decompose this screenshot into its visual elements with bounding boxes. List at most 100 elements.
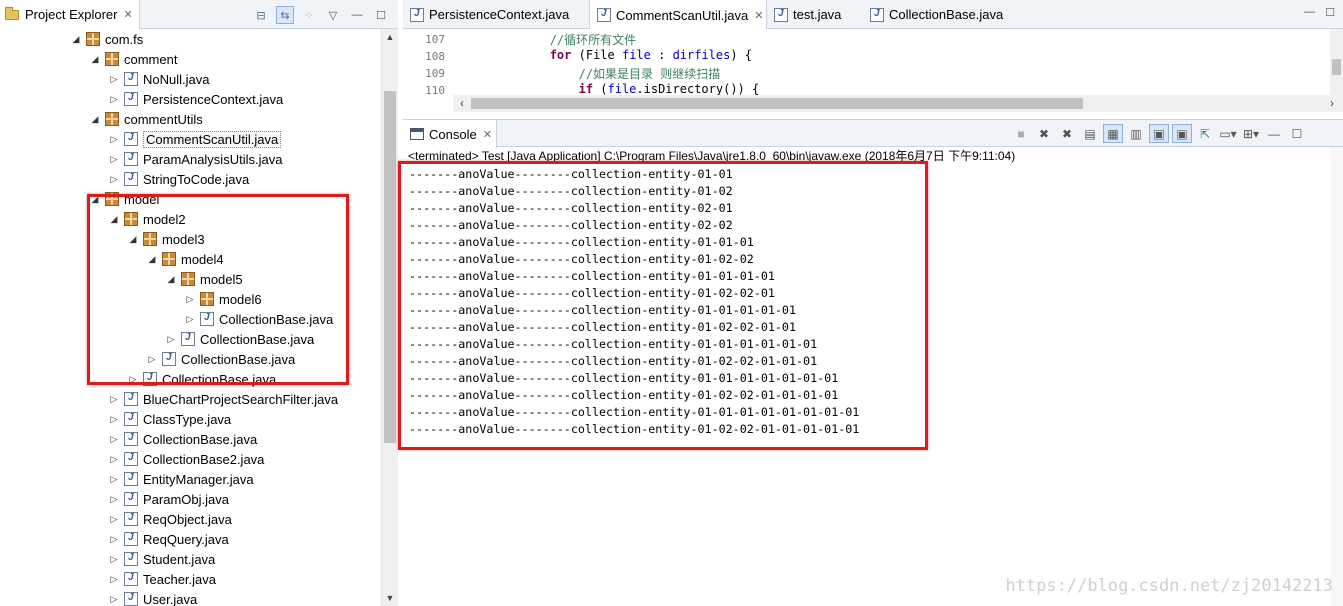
editor-tabbar: PersistenceContext.java CommentScanUtil.… bbox=[403, 0, 1343, 30]
minimize-icon[interactable]: — bbox=[1304, 6, 1315, 19]
link-with-editor-icon[interactable]: ⇆ bbox=[276, 6, 294, 24]
tree-item-label: ReqQuery.java bbox=[143, 531, 229, 547]
code-editor[interactable]: 107 108 109 110 //循环所有文件 for (File file … bbox=[403, 29, 1343, 112]
editor-horizontal-scrollbar[interactable]: ‹ › bbox=[453, 95, 1343, 112]
tree-file[interactable]: ▷ EntityManager.java bbox=[0, 469, 381, 489]
tree-item-label: StringToCode.java bbox=[143, 171, 250, 187]
expand-arrow-icon[interactable]: ▷ bbox=[108, 134, 120, 145]
tree-file[interactable]: ▷ ParamAnalysisUtils.java bbox=[0, 149, 381, 169]
tree-file[interactable]: ▷ PersistenceContext.java bbox=[0, 89, 381, 109]
tab-comment-scan-util[interactable]: CommentScanUtil.java ✕ bbox=[589, 0, 767, 30]
display-console-icon[interactable]: ▭▾ bbox=[1218, 124, 1238, 143]
java-file-icon bbox=[597, 8, 611, 22]
expand-arrow-icon[interactable]: ▷ bbox=[108, 474, 120, 485]
view-menu-icon[interactable]: ▽ bbox=[324, 6, 342, 24]
tab-label: Console bbox=[429, 126, 477, 142]
project-explorer-tabbar: Project Explorer ✕ ⊟ ⇆ ⁘ ▽ — ☐ bbox=[0, 0, 398, 29]
maximize-icon[interactable]: ☐ bbox=[372, 6, 390, 24]
expand-arrow-icon[interactable]: ▷ bbox=[108, 94, 120, 105]
tree-item-label: User.java bbox=[143, 591, 198, 606]
scroll-lock-icon[interactable]: ▦ bbox=[1103, 124, 1123, 143]
expand-arrow-icon[interactable]: ▷ bbox=[108, 594, 120, 605]
tree-file[interactable]: ▷ ClassType.java bbox=[0, 409, 381, 429]
expand-arrow-icon[interactable]: ▷ bbox=[108, 514, 120, 525]
expand-arrow-icon[interactable]: ▷ bbox=[108, 74, 120, 85]
tree-package-comment[interactable]: ◢ comment bbox=[0, 49, 381, 69]
minimize-icon[interactable]: — bbox=[348, 6, 366, 24]
expand-arrow-icon[interactable]: ▷ bbox=[108, 414, 120, 425]
terminate-icon[interactable]: ■ bbox=[1011, 124, 1031, 143]
tree-file[interactable]: ▷ Student.java bbox=[0, 549, 381, 569]
tree-file[interactable]: ▷ Teacher.java bbox=[0, 569, 381, 589]
minimize-icon[interactable]: — bbox=[1264, 124, 1284, 143]
maximize-icon[interactable]: ☐ bbox=[1325, 6, 1335, 19]
tab-project-explorer[interactable]: Project Explorer ✕ bbox=[0, 0, 140, 29]
tree-file[interactable]: ▷ CollectionBase.java bbox=[0, 429, 381, 449]
java-file-icon bbox=[124, 512, 138, 526]
expand-arrow-icon[interactable]: ▷ bbox=[108, 574, 120, 585]
tree-file[interactable]: ▷ ParamObj.java bbox=[0, 489, 381, 509]
open-console-icon[interactable]: ⊞▾ bbox=[1241, 124, 1261, 143]
scroll-right-icon[interactable]: › bbox=[1325, 95, 1339, 112]
show-on-stdout-icon[interactable]: ▣ bbox=[1149, 124, 1169, 143]
close-icon[interactable]: ✕ bbox=[123, 8, 132, 21]
tree-scrollbar[interactable]: ▲ ▼ bbox=[381, 29, 398, 606]
expand-arrow-icon[interactable]: ▷ bbox=[108, 154, 120, 165]
java-file-icon bbox=[774, 7, 788, 22]
tree-file[interactable]: ▷ ReqObject.java bbox=[0, 509, 381, 529]
expand-arrow-icon[interactable]: ▷ bbox=[108, 394, 120, 405]
collapse-arrow-icon[interactable]: ◢ bbox=[89, 54, 101, 65]
collapse-arrow-icon[interactable]: ◢ bbox=[89, 114, 101, 125]
filter-icon[interactable]: ⁘ bbox=[300, 6, 318, 24]
tree-item-label: Student.java bbox=[143, 551, 216, 567]
tree-file[interactable]: ▷ CommentScanUtil.java bbox=[0, 129, 381, 149]
show-on-stderr-icon[interactable]: ▣ bbox=[1172, 124, 1192, 143]
tree-item-label: CollectionBase2.java bbox=[143, 451, 265, 467]
code-area[interactable]: //循环所有文件 for (File file : dirfiles) { //… bbox=[463, 29, 1333, 95]
scroll-thumb[interactable] bbox=[384, 91, 396, 443]
scroll-thumb[interactable] bbox=[1332, 59, 1341, 75]
tree-file[interactable]: ▷ ReqQuery.java bbox=[0, 529, 381, 549]
tree-file[interactable]: ▷ User.java bbox=[0, 589, 381, 606]
expand-arrow-icon[interactable]: ▷ bbox=[108, 534, 120, 545]
scroll-thumb[interactable] bbox=[471, 98, 1083, 109]
tab-test[interactable]: test.java bbox=[767, 0, 863, 29]
scroll-up-icon[interactable]: ▲ bbox=[382, 29, 398, 45]
collapse-arrow-icon[interactable]: ◢ bbox=[70, 34, 82, 45]
tab-label: PersistenceContext.java bbox=[429, 7, 570, 22]
tree-file[interactable]: ▷ BlueChartProjectSearchFilter.java bbox=[0, 389, 381, 409]
scroll-left-icon[interactable]: ‹ bbox=[455, 95, 469, 112]
remove-launch-icon[interactable]: ✖ bbox=[1034, 124, 1054, 143]
expand-arrow-icon[interactable]: ▷ bbox=[108, 174, 120, 185]
close-icon[interactable]: ✕ bbox=[754, 9, 763, 22]
pin-console-icon[interactable]: ⇱ bbox=[1195, 124, 1215, 143]
remove-all-terminated-icon[interactable]: ✖ bbox=[1057, 124, 1077, 143]
tree-item-label: ParamObj.java bbox=[143, 491, 229, 507]
expand-arrow-icon[interactable]: ▷ bbox=[108, 494, 120, 505]
clear-console-icon[interactable]: ▤ bbox=[1080, 124, 1100, 143]
console-scrollbar[interactable] bbox=[1330, 147, 1343, 606]
expand-arrow-icon[interactable]: ▷ bbox=[108, 554, 120, 565]
tree-file[interactable]: ▷ CollectionBase2.java bbox=[0, 449, 381, 469]
expand-arrow-icon[interactable]: ▷ bbox=[108, 454, 120, 465]
tree-item-label: ReqObject.java bbox=[143, 511, 232, 527]
tab-persistence-context[interactable]: PersistenceContext.java bbox=[403, 0, 587, 29]
java-file-icon bbox=[124, 172, 138, 186]
tab-console[interactable]: Console ✕ bbox=[403, 120, 497, 148]
tree-file[interactable]: ▷ StringToCode.java bbox=[0, 169, 381, 189]
editor-vertical-scrollbar[interactable] bbox=[1330, 29, 1343, 95]
console-tabbar: Console ✕ ■ ✖ ✖ ▤ ▦ ▥ ▣ ▣ ⇱ ▭▾ ⊞▾ — ☐ bbox=[403, 119, 1343, 148]
tree-item-label: BlueChartProjectSearchFilter.java bbox=[143, 391, 339, 407]
expand-arrow-icon[interactable]: ▷ bbox=[108, 434, 120, 445]
scroll-down-icon[interactable]: ▼ bbox=[382, 590, 398, 606]
close-icon[interactable]: ✕ bbox=[483, 128, 492, 141]
collapse-all-icon[interactable]: ⊟ bbox=[252, 6, 270, 24]
tab-collection-base[interactable]: CollectionBase.java bbox=[863, 0, 1023, 29]
maximize-icon[interactable]: ☐ bbox=[1287, 124, 1307, 143]
tree-package-com.fs[interactable]: ◢ com.fs bbox=[0, 29, 381, 49]
java-file-icon bbox=[124, 572, 138, 586]
java-file-icon bbox=[870, 7, 884, 22]
word-wrap-icon[interactable]: ▥ bbox=[1126, 124, 1146, 143]
tree-package-commentUtils[interactable]: ◢ commentUtils bbox=[0, 109, 381, 129]
tree-file[interactable]: ▷ NoNull.java bbox=[0, 69, 381, 89]
